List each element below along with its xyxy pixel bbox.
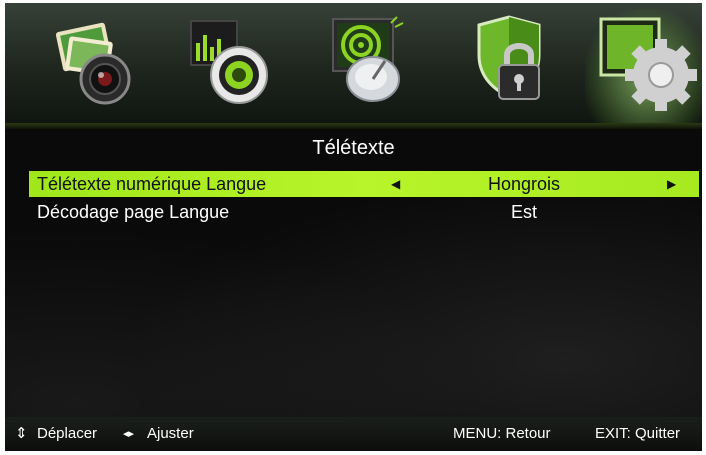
menu-icon-bar bbox=[5, 3, 702, 129]
menu-item-label: Décodage page Langue bbox=[37, 202, 230, 222]
menu-item-teletext-language[interactable]: Télétexte numérique Langue ◀ Hongrois ▶ bbox=[29, 171, 699, 197]
updown-arrows-icon: ⇕ bbox=[15, 425, 28, 442]
arrow-right-icon[interactable]: ▶ bbox=[667, 171, 676, 197]
lock-shield-icon bbox=[477, 15, 541, 100]
tab-channel[interactable] bbox=[325, 13, 425, 113]
tab-sound[interactable] bbox=[185, 13, 285, 113]
page-title: Télétexte bbox=[312, 137, 395, 159]
sound-speaker-icon bbox=[190, 20, 268, 104]
adjust-hint: Ajuster bbox=[147, 425, 194, 442]
channel-satellite-icon bbox=[332, 16, 404, 102]
picture-camera-icon bbox=[55, 22, 131, 105]
menu-item-value: Hongrois bbox=[487, 174, 561, 194]
tab-picture[interactable] bbox=[47, 13, 147, 113]
settings-gear-icon bbox=[599, 17, 697, 111]
menu-panel: Télétexte Télétexte numérique Langue ◀ H… bbox=[5, 129, 702, 417]
menu-back-hint: MENU: Retour bbox=[453, 425, 551, 442]
arrow-left-icon[interactable]: ◀ bbox=[391, 171, 400, 197]
exit-hint: EXIT: Quitter bbox=[595, 425, 681, 442]
menu-item-label: Télétexte numérique Langue bbox=[37, 174, 267, 194]
move-hint: Déplacer bbox=[37, 425, 98, 442]
menu-item-value: Est bbox=[510, 202, 537, 222]
menu-item-decoding-language[interactable]: Décodage page Langue Est bbox=[29, 199, 699, 225]
tab-settings[interactable] bbox=[585, 9, 702, 127]
tv-osd-screen: Télétexte Télétexte numérique Langue ◀ H… bbox=[5, 3, 702, 451]
leftright-arrows-icon: ◂▸ bbox=[123, 428, 135, 440]
footer-hints: ⇕ Déplacer ◂▸ Ajuster MENU: Retour EXIT:… bbox=[5, 417, 702, 451]
tab-lock[interactable] bbox=[465, 13, 565, 113]
